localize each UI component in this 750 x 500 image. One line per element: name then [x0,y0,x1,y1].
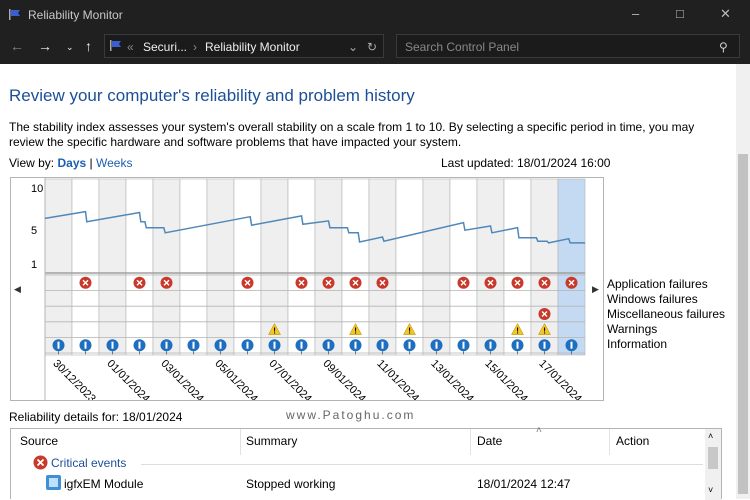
last-updated: Last updated: 18/01/2024 16:00 [441,156,611,170]
row-summary: Stopped working [246,477,336,491]
breadcrumb-reliability-monitor[interactable]: Reliability Monitor [205,40,300,54]
view-by-label: View by: [9,156,55,170]
flag-icon [110,40,121,51]
date-label: 30/12/2023 [50,358,97,400]
day-column[interactable] [368,178,397,356]
legend-application-failures: Application failures [607,277,708,291]
date-label: 07/01/2024 [266,358,313,400]
day-column[interactable] [476,178,505,356]
flag-icon [9,9,20,20]
day-column[interactable] [125,178,154,356]
page-scrollbar[interactable] [736,64,750,499]
scrollbar-thumb[interactable] [738,154,748,494]
scroll-left-button[interactable]: ◀ [14,284,21,295]
legend-warnings: Warnings [607,322,658,336]
up-button[interactable]: ↑ [85,38,92,54]
search-input[interactable]: Search Control Panel ⚲ [396,34,740,58]
svg-text:!: ! [516,327,519,336]
refresh-icon[interactable]: ↻ [367,40,377,54]
svg-text:!: ! [408,327,411,336]
legend-information: Information [607,337,668,351]
day-column[interactable] [44,178,73,356]
recent-dropdown[interactable]: ⌄ [66,42,74,53]
column-date[interactable]: Date [477,434,502,448]
forward-button[interactable]: → [38,38,52,54]
navigation-bar: ← → ⌄ ↑ « Securi... › Reliability Monito… [0,30,750,64]
description: The stability index assesses your system… [9,120,695,149]
day-column[interactable] [287,178,316,356]
svg-text:!: ! [543,327,546,336]
date-label: 01/01/2024 [104,358,151,400]
day-column[interactable] [152,178,181,356]
watermark: www.Patoghu.com [286,408,416,422]
row-source: igfxEM Module [64,477,144,491]
group-critical-events[interactable]: Critical events [51,456,126,470]
day-column[interactable] [422,178,451,356]
details-label: Reliability details for: 18/01/2024 [9,410,183,424]
window-title: Reliability Monitor [28,8,123,22]
column-action[interactable]: Action [616,434,649,448]
close-button[interactable]: ✕ [720,6,731,22]
separator: | [89,156,93,170]
date-label: 13/01/2024 [428,358,475,400]
day-column[interactable] [71,178,100,356]
y-tick-label: 10 [31,183,43,195]
day-column[interactable] [449,178,478,356]
date-label: 15/01/2024 [482,358,529,400]
view-by: View by: Days | Weeks [9,156,132,170]
day-column[interactable] [233,178,262,356]
legend-windows-failures: Windows failures [607,292,698,306]
date-label: 05/01/2024 [212,358,259,400]
date-label: 11/01/2024 [374,358,421,400]
critical-error-icon [33,455,48,470]
address-dropdown-icon[interactable]: ⌄ [348,40,358,54]
day-column[interactable] [206,178,235,356]
back-button[interactable]: ← [10,38,24,54]
details-table: Source Summary Date ˄ Action Critical ev… [10,425,722,500]
y-tick-label: 5 [31,225,37,237]
row-date: 18/01/2024 12:47 [477,477,571,491]
date-label: 09/01/2024 [320,358,367,400]
address-bar[interactable]: « Securi... › Reliability Monitor ⌄ ↻ [104,34,384,58]
view-weeks-link[interactable]: Weeks [96,156,132,170]
day-column[interactable] [179,178,208,356]
day-column[interactable] [314,178,343,356]
search-placeholder: Search Control Panel [405,40,520,54]
date-label: 03/01/2024 [158,358,205,400]
y-tick-label: 1 [31,259,37,271]
scroll-right-button[interactable]: ▶ [592,284,599,295]
day-column[interactable] [98,178,127,356]
column-source[interactable]: Source [20,434,58,448]
page-title: Review your computer's reliability and p… [9,86,415,105]
minimize-button[interactable]: – [632,6,639,21]
application-icon [46,475,61,490]
sort-ascending-icon: ˄ [536,425,542,436]
column-summary[interactable]: Summary [246,434,297,448]
table-scrollbar[interactable]: ˄ ˅ [705,429,721,500]
title-bar: Reliability Monitor – □ ✕ [0,0,750,30]
legend-misc-failures: Miscellaneous failures [607,307,726,321]
svg-text:!: ! [273,327,276,336]
reliability-chart[interactable]: 10 5 1!!!!! 30/12/2023 01/01/2024 03/01/2024 0… [10,177,604,401]
view-days-link[interactable]: Days [57,156,86,170]
maximize-button[interactable]: □ [676,6,684,21]
search-icon[interactable]: ⚲ [719,40,728,54]
svg-text:!: ! [354,327,357,336]
breadcrumb-security[interactable]: Securi... [143,40,187,54]
date-label: 17/01/2024 [536,358,583,400]
day-column[interactable] [557,178,586,356]
